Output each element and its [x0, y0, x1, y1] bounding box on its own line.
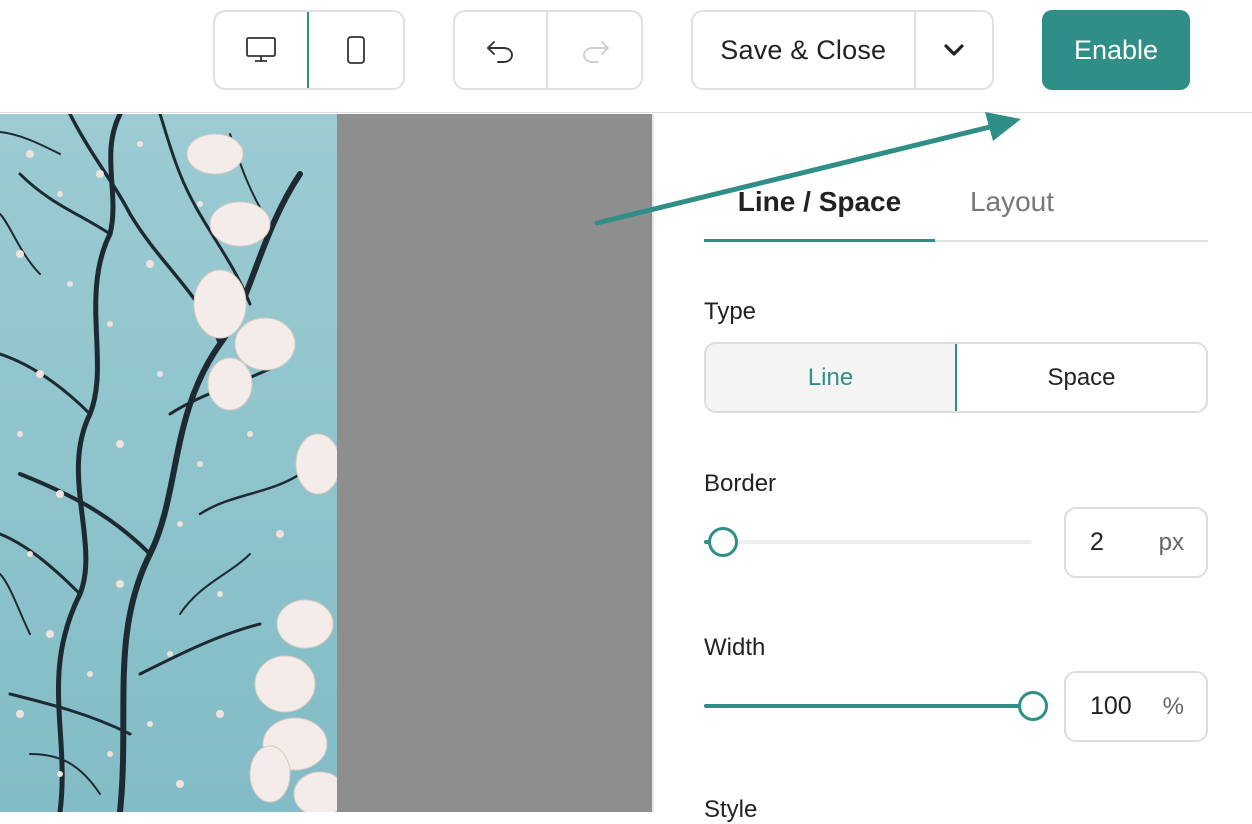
chevron-down-icon — [944, 44, 964, 56]
redo-icon — [582, 41, 609, 63]
border-slider[interactable] — [704, 527, 1032, 557]
style-label: Style — [704, 796, 758, 823]
tab-line-space[interactable]: Line / Space — [704, 180, 935, 242]
border-value: 2 — [1090, 528, 1104, 556]
width-input[interactable]: 100 % — [1064, 671, 1208, 742]
save-close-button[interactable]: Save & Close — [693, 12, 916, 88]
save-group: Save & Close — [691, 10, 994, 90]
undo-icon — [486, 41, 513, 63]
settings-panel: Line / Space Layout Type Line Space Bord… — [652, 114, 1252, 823]
width-unit: % — [1162, 692, 1184, 720]
border-slider-handle[interactable] — [708, 527, 738, 557]
device-toggle-group — [213, 10, 405, 90]
blossom-tree-image — [0, 114, 337, 812]
border-label: Border — [704, 470, 777, 497]
redo-button[interactable] — [548, 12, 641, 88]
undo-button[interactable] — [455, 12, 549, 88]
border-slider-track — [704, 540, 1032, 544]
monitor-icon — [246, 37, 276, 62]
history-group — [453, 10, 643, 90]
phone-icon — [347, 36, 365, 64]
border-unit: px — [1158, 528, 1184, 556]
save-options-button[interactable] — [916, 12, 992, 88]
width-label: Width — [704, 634, 766, 661]
editor-canvas — [0, 114, 652, 812]
width-slider[interactable] — [704, 691, 1049, 721]
width-slider-fill — [704, 704, 1034, 708]
panel-tabs: Line / Space Layout — [704, 180, 1208, 242]
type-option-line[interactable]: Line — [706, 344, 957, 411]
top-toolbar: Save & Close Enable — [0, 0, 1252, 113]
width-slider-handle[interactable] — [1018, 691, 1048, 721]
enable-button[interactable]: Enable — [1042, 10, 1190, 90]
mobile-view-button[interactable] — [309, 12, 403, 88]
tab-layout[interactable]: Layout — [935, 180, 1089, 242]
border-input[interactable]: 2 px — [1064, 507, 1208, 578]
width-value: 100 — [1090, 692, 1132, 720]
blossom-branches-illustration — [0, 114, 337, 812]
type-option-space[interactable]: Space — [957, 344, 1206, 411]
type-label: Type — [704, 298, 757, 325]
type-toggle: Line Space — [704, 342, 1208, 413]
desktop-view-button[interactable] — [215, 12, 310, 88]
